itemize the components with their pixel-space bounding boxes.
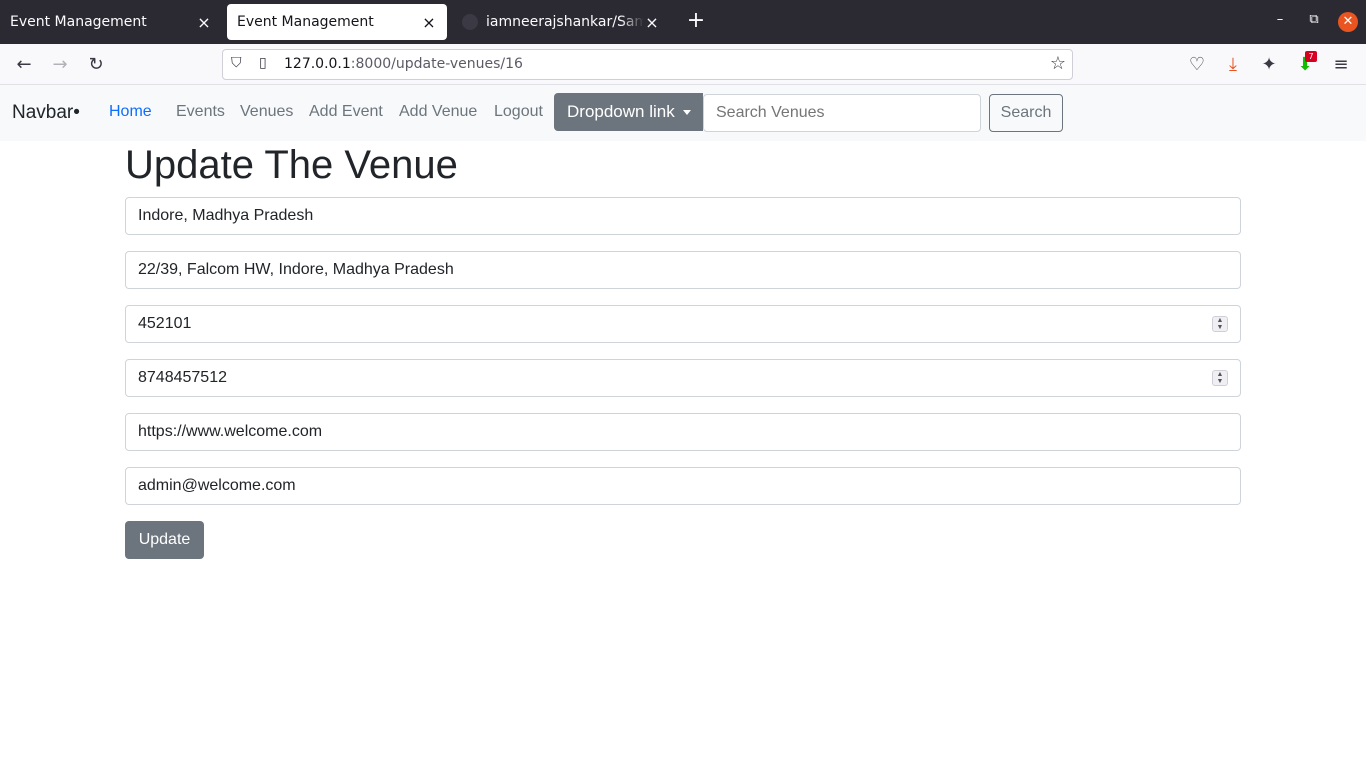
browser-toolbar: ← → ↻ ⛉ ▯ 127.0.0.1:8000/update-venues/1… [0, 44, 1366, 85]
url-text[interactable]: 127.0.0.1:8000/update-venues/16 [284, 56, 523, 72]
reload-icon[interactable]: ↻ [83, 52, 109, 78]
bookmark-star-icon[interactable]: ☆ [1050, 53, 1066, 74]
nav-link-logout[interactable]: Logout [494, 103, 543, 121]
dropdown-link-button[interactable]: Dropdown link [554, 93, 703, 131]
site-navbar: Navbar• Home Events Venues Add Event Add… [0, 85, 1366, 141]
caret-down-icon [682, 110, 691, 116]
email-field[interactable]: admin@welcome.com [125, 467, 1241, 505]
number-spinner-icon[interactable]: ▲ ▼ [1212, 370, 1228, 386]
extension-icon[interactable]: ✦ [1256, 52, 1282, 78]
tab-close-icon[interactable]: × [421, 13, 437, 32]
maximize-icon[interactable]: ⧉ [1304, 12, 1324, 27]
website-field[interactable]: https://www.welcome.com [125, 413, 1241, 451]
number-spinner-icon[interactable]: ▲ ▼ [1212, 316, 1228, 332]
address-bar[interactable]: ⛉ ▯ 127.0.0.1:8000/update-venues/16 ☆ [222, 49, 1073, 80]
tab-title: Event Management [237, 14, 374, 30]
browser-tab-active[interactable]: Event Management × [227, 4, 447, 40]
tab-title: Event Management [10, 14, 147, 30]
nav-link-home[interactable]: Home [109, 103, 152, 121]
tab-close-icon[interactable]: × [196, 13, 212, 32]
search-button[interactable]: Search [989, 94, 1063, 132]
menu-icon[interactable]: ≡ [1328, 52, 1354, 78]
venue-address-field[interactable]: 22/39, Falcom HW, Indore, Madhya Pradesh [125, 251, 1241, 289]
github-icon [462, 14, 478, 30]
update-button[interactable]: Update [125, 521, 204, 559]
window-close-icon[interactable]: ✕ [1338, 12, 1358, 32]
phone-field[interactable]: 8748457512 ▲ ▼ [125, 359, 1241, 397]
minimize-icon[interactable]: – [1270, 12, 1290, 27]
browser-tab[interactable]: iamneerajshankar/Sample × [452, 4, 670, 40]
nav-link-add-venue[interactable]: Add Venue [399, 103, 477, 121]
tab-title: iamneerajshankar/Sample [486, 14, 644, 30]
browser-tab[interactable]: Event Management × [0, 4, 222, 40]
nav-link-add-event[interactable]: Add Event [309, 103, 383, 121]
zip-code-value: 452101 [138, 315, 192, 332]
phone-value: 8748457512 [138, 369, 227, 386]
venue-name-field[interactable]: Indore, Madhya Pradesh [125, 197, 1241, 235]
download-icon[interactable]: ⤓ [1220, 52, 1246, 78]
search-input[interactable] [703, 94, 981, 132]
pocket-icon[interactable]: ♡ [1184, 52, 1210, 78]
tab-close-icon[interactable]: × [644, 13, 660, 32]
nav-link-venues[interactable]: Venues [240, 103, 293, 121]
browser-tab-strip: Event Management × Event Management × ia… [0, 0, 1366, 44]
dropdown-label: Dropdown link [567, 102, 675, 121]
navbar-brand[interactable]: Navbar• [12, 102, 80, 124]
forward-arrow-icon[interactable]: → [47, 52, 73, 78]
page-title: Update The Venue [125, 143, 458, 187]
shield-icon[interactable]: ⛉ [231, 55, 242, 71]
new-tab-button[interactable]: + [684, 10, 708, 34]
nav-link-events[interactable]: Events [176, 103, 225, 121]
zip-code-field[interactable]: 452101 ▲ ▼ [125, 305, 1241, 343]
page-info-icon[interactable]: ▯ [259, 55, 267, 71]
extension-badge: 7 [1305, 51, 1317, 62]
back-arrow-icon[interactable]: ← [11, 52, 37, 78]
